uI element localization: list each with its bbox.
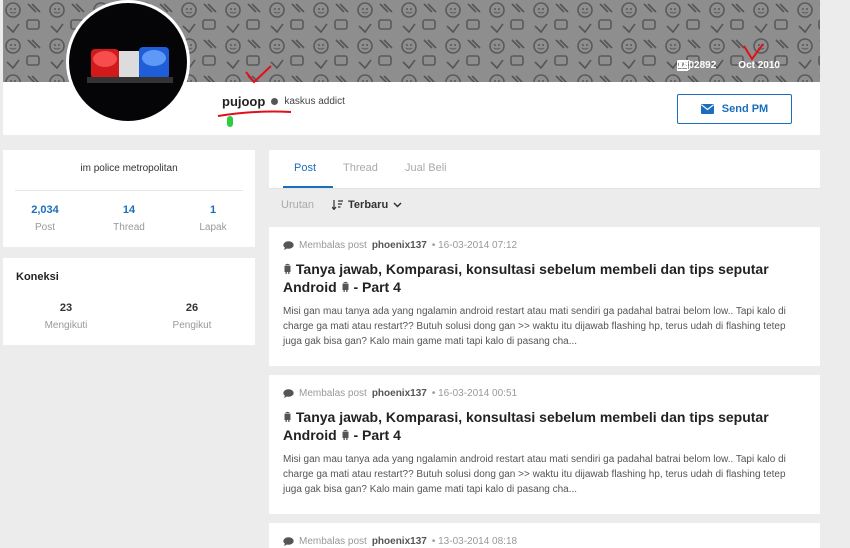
status-dot	[271, 98, 279, 105]
post-time: • 16-03-2014 07:12	[431, 240, 518, 251]
profile-page: 2202892 Oct 2010 pujoop kaskus addict Se…	[0, 0, 850, 548]
post-time: • 16-03-2014 00:51	[431, 388, 518, 399]
post-author[interactable]: phoenix137	[372, 536, 427, 547]
stat-label: Thread	[113, 222, 145, 233]
post-title-suffix: - Part 4	[353, 279, 401, 295]
post-title-suffix: - Part 4	[353, 427, 401, 443]
join-date: Oct 2010	[738, 60, 780, 71]
android-icon	[284, 411, 291, 422]
stat-label: Post	[34, 222, 55, 233]
comment-icon	[283, 241, 294, 250]
chevron-down-icon	[393, 202, 402, 208]
stat-thread[interactable]: 14 Thread	[87, 204, 171, 233]
post-prefix: Membalas post	[299, 240, 367, 251]
online-indicator	[227, 116, 233, 127]
post-time: • 13-03-2014 08:18	[431, 536, 518, 547]
stat-label: Lapak	[199, 222, 227, 233]
android-icon	[342, 429, 349, 440]
stat-value: 1	[209, 204, 217, 216]
tabs-divider	[269, 188, 820, 189]
post-author[interactable]: phoenix137	[372, 388, 427, 399]
post-card[interactable]: Membalas post phoenix137 • 16-03-2014 00…	[269, 375, 820, 514]
send-pm-button[interactable]: Send PM	[677, 94, 792, 124]
avatar[interactable]	[66, 0, 190, 124]
post-card[interactable]: Membalas post phoenix137 • 16-03-2014 07…	[269, 227, 820, 366]
post-title[interactable]: Tanya jawab, Komparasi, konsultasi sebel…	[283, 408, 803, 444]
post-excerpt: Misi gan mau tanya ada yang ngalamin and…	[283, 306, 786, 347]
banner-stats: 2202892 Oct 2010	[677, 60, 780, 71]
post-meta: Membalas post phoenix137 • 16-03-2014 07…	[283, 240, 517, 251]
sort-icon	[332, 200, 344, 210]
stat-lapak[interactable]: 1 Lapak	[171, 204, 255, 233]
connections-title: Koneksi	[16, 271, 59, 283]
stat-value: 23	[59, 302, 73, 314]
envelope-icon	[700, 104, 714, 114]
android-icon	[284, 263, 291, 274]
post-prefix: Membalas post	[299, 388, 367, 399]
stat-value: 2,034	[31, 204, 59, 216]
post-prefix: Membalas post	[299, 536, 367, 547]
join-date-stat: Oct 2010	[677, 60, 780, 71]
divider	[15, 190, 243, 191]
user-stats: 2,034 Post 14 Thread 1 Lapak	[3, 204, 255, 233]
avatar-image	[69, 3, 187, 121]
siren-lights-image	[87, 47, 173, 83]
comment-icon	[283, 389, 294, 398]
tab-thread[interactable]: Thread	[343, 162, 378, 174]
stat-value: 14	[122, 204, 136, 216]
stat-label: Mengikuti	[44, 320, 88, 331]
calendar-check-icon	[677, 60, 689, 71]
tab-post[interactable]: Post	[294, 162, 316, 174]
activity-tabs: Post Thread Jual Beli	[269, 150, 820, 189]
stat-label: Pengikut	[172, 320, 212, 331]
post-title[interactable]: Tanya jawab, Komparasi, konsultasi sebel…	[283, 260, 803, 296]
stat-followers[interactable]: 26 Pengikut	[129, 302, 255, 331]
sort-dropdown[interactable]: Terbaru	[332, 199, 402, 211]
sort-row: Urutan Terbaru	[281, 199, 402, 211]
post-author[interactable]: phoenix137	[372, 240, 427, 251]
username-row: pujoop kaskus addict	[222, 94, 345, 109]
connections-card: Koneksi 23 Mengikuti 26 Pengikut	[3, 258, 255, 345]
comment-icon	[283, 537, 294, 546]
send-pm-label: Send PM	[721, 103, 769, 115]
post-excerpt: Misi gan mau tanya ada yang ngalamin and…	[283, 454, 786, 495]
tab-jual-beli[interactable]: Jual Beli	[405, 162, 447, 174]
sort-label: Urutan	[281, 199, 315, 211]
bio-card: im police metropolitan 2,034 Post 14 Thr…	[3, 150, 255, 247]
user-rank: kaskus addict	[284, 96, 345, 107]
stat-post[interactable]: 2,034 Post	[3, 204, 87, 233]
bio-text: im police metropolitan	[80, 163, 178, 174]
android-icon	[342, 281, 349, 292]
sort-selected: Terbaru	[348, 199, 389, 211]
stat-value: 26	[185, 302, 199, 314]
connection-stats: 23 Mengikuti 26 Pengikut	[3, 302, 255, 331]
post-card[interactable]: Membalas post phoenix137 • 13-03-2014 08…	[269, 523, 820, 548]
username[interactable]: pujoop	[222, 94, 265, 109]
stat-following[interactable]: 23 Mengikuti	[3, 302, 129, 331]
post-meta: Membalas post phoenix137 • 16-03-2014 00…	[283, 388, 517, 399]
post-meta: Membalas post phoenix137 • 13-03-2014 08…	[283, 536, 517, 547]
